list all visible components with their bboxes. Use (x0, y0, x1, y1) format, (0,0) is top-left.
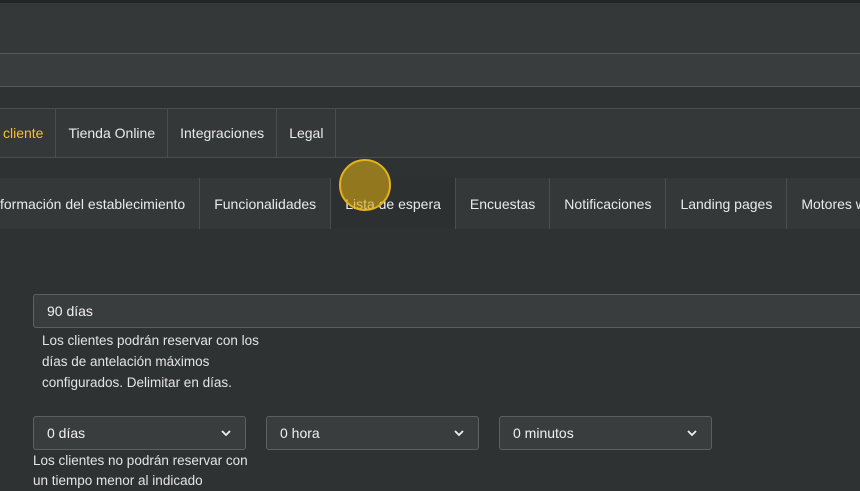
tab-label: Legal (289, 125, 324, 141)
advance-booking-value: 90 días (47, 303, 93, 319)
tab-label: formación del establecimiento (0, 195, 186, 212)
advance-booking-help: Los clientes podrán reservar con los día… (42, 333, 259, 390)
advance-booking-days-input[interactable]: 90 días (33, 294, 860, 328)
chevron-down-icon (454, 430, 464, 437)
secondary-header-bar (0, 53, 860, 87)
chevron-down-icon (221, 430, 231, 437)
tab-integraciones[interactable]: Integraciones (168, 109, 278, 157)
tab-informacion-establecimiento[interactable]: formación del establecimiento (0, 178, 201, 229)
tab-funcionalidades[interactable]: Funcionalidades (200, 178, 332, 229)
tab-label: Tienda Online (68, 125, 156, 141)
primary-tabs: cliente Tienda Online Integraciones Lega… (0, 108, 860, 158)
tab-label: Integraciones (180, 125, 265, 141)
tab-lista-de-espera[interactable]: Lista de espera (331, 178, 456, 229)
tab-legal[interactable]: Legal (277, 109, 337, 157)
tab-label: Funcionalidades (214, 195, 317, 212)
tab-label: Encuestas (469, 195, 536, 212)
min-booking-days-select[interactable]: 0 días (33, 416, 246, 450)
min-booking-hours-select[interactable]: 0 hora (266, 416, 479, 450)
min-booking-help: Los clientes no podrán reservar con un t… (33, 453, 248, 488)
tab-landing-pages[interactable]: Landing pages (666, 178, 788, 229)
tab-label: Lista de espera (345, 195, 441, 212)
tab-label: Notificaciones (564, 195, 652, 212)
min-booking-minutes-select[interactable]: 0 minutos (499, 416, 712, 450)
tab-notificaciones[interactable]: Notificaciones (550, 178, 667, 229)
tab-motores-web[interactable]: Motores web (787, 178, 860, 229)
select-value: 0 días (47, 425, 86, 441)
tab-cliente[interactable]: cliente (0, 109, 57, 157)
chevron-down-icon (687, 430, 697, 437)
spacer (0, 87, 860, 108)
select-value: 0 hora (280, 425, 320, 441)
tab-label: cliente (3, 125, 44, 141)
tab-label: Landing pages (680, 195, 773, 212)
tab-encuestas[interactable]: Encuestas (456, 178, 551, 229)
top-header-bar (0, 0, 860, 53)
secondary-tabs: formación del establecimiento Funcionali… (0, 178, 860, 229)
tab-tienda-online[interactable]: Tienda Online (56, 109, 169, 157)
tab-label: Motores web (801, 195, 860, 212)
select-value: 0 minutos (513, 425, 574, 441)
